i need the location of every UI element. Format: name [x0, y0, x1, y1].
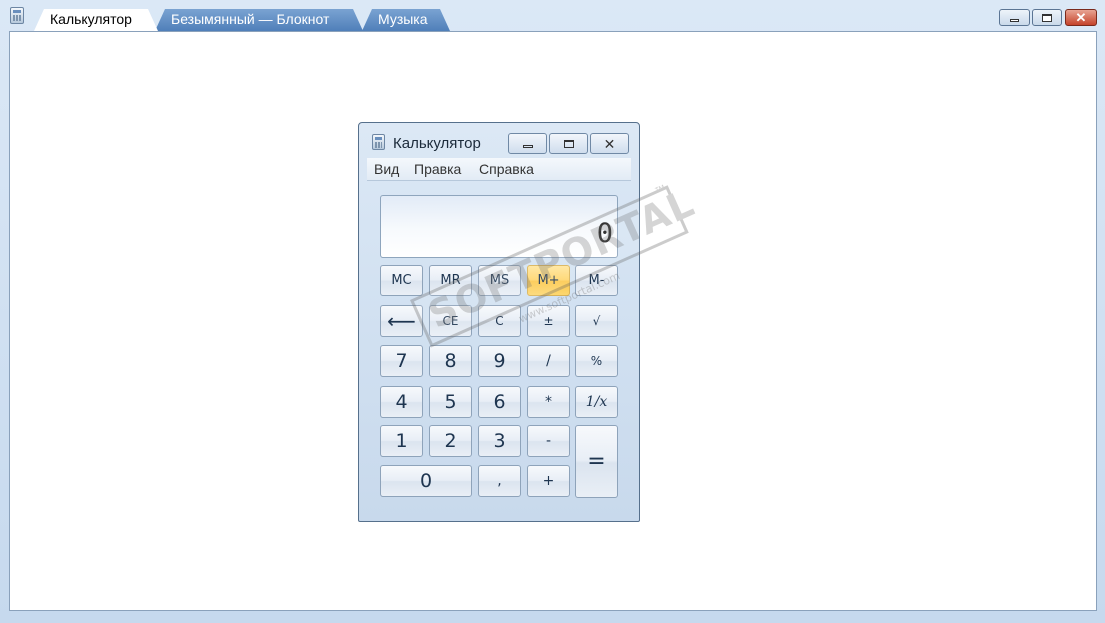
menu-view[interactable]: Вид — [374, 161, 399, 177]
display-value: 0 — [596, 218, 613, 249]
equals-button[interactable]: = — [575, 425, 618, 498]
calculator-icon — [372, 134, 385, 150]
outer-minimize-button[interactable] — [999, 9, 1030, 26]
calculator-close-button[interactable]: ✕ — [590, 133, 629, 154]
add-button[interactable]: + — [527, 465, 570, 497]
subtract-button[interactable]: - — [527, 425, 570, 457]
memory-add-button[interactable]: M+ — [527, 265, 570, 296]
minimize-icon — [1010, 18, 1019, 22]
divide-button[interactable]: / — [527, 345, 570, 377]
close-icon: ✕ — [603, 135, 616, 152]
memory-recall-button[interactable]: MR — [429, 265, 472, 296]
tab-music[interactable]: Музыка — [362, 9, 450, 31]
reciprocal-button[interactable]: 1/x — [575, 386, 618, 418]
digit-2-button[interactable]: 2 — [429, 425, 472, 457]
calculator-window: Калькулятор ✕ Вид Правка Справка 0 MC MR… — [358, 122, 640, 522]
negate-button[interactable]: ± — [527, 305, 570, 337]
calculator-title: Калькулятор — [393, 135, 481, 152]
calculator-display: 0 — [380, 195, 618, 258]
close-icon: ✕ — [1075, 10, 1087, 25]
digit-7-button[interactable]: 7 — [380, 345, 423, 377]
menu-bar: Вид Правка Справка — [367, 158, 631, 181]
calculator-app-icon — [10, 7, 24, 24]
digit-6-button[interactable]: 6 — [478, 386, 521, 418]
digit-8-button[interactable]: 8 — [429, 345, 472, 377]
outer-titlebar: Калькулятор Безымянный — Блокнот Музыка … — [0, 0, 1105, 31]
calculator-maximize-button[interactable] — [549, 133, 588, 154]
digit-3-button[interactable]: 3 — [478, 425, 521, 457]
digit-5-button[interactable]: 5 — [429, 386, 472, 418]
memory-clear-button[interactable]: MC — [380, 265, 423, 296]
clear-button[interactable]: C — [478, 305, 521, 337]
digit-0-button[interactable]: 0 — [380, 465, 472, 497]
outer-close-button[interactable]: ✕ — [1065, 9, 1097, 26]
clear-entry-button[interactable]: CE — [429, 305, 472, 337]
tab-calculator[interactable]: Калькулятор — [34, 9, 158, 31]
decimal-button[interactable]: , — [478, 465, 521, 497]
multiply-button[interactable]: * — [527, 386, 570, 418]
menu-edit[interactable]: Правка — [414, 161, 461, 177]
maximize-icon — [563, 139, 574, 148]
memory-subtract-button[interactable]: M- — [575, 265, 618, 296]
digit-4-button[interactable]: 4 — [380, 386, 423, 418]
percent-button[interactable]: % — [575, 345, 618, 377]
minimize-icon — [522, 145, 533, 148]
memory-store-button[interactable]: MS — [478, 265, 521, 296]
backspace-button[interactable]: ⟵ — [380, 305, 423, 337]
maximize-icon — [1042, 13, 1052, 22]
digit-1-button[interactable]: 1 — [380, 425, 423, 457]
menu-help[interactable]: Справка — [479, 161, 534, 177]
tab-notepad[interactable]: Безымянный — Блокнот — [155, 9, 363, 31]
calculator-minimize-button[interactable] — [508, 133, 547, 154]
outer-maximize-button[interactable] — [1032, 9, 1062, 26]
digit-9-button[interactable]: 9 — [478, 345, 521, 377]
sqrt-button[interactable]: √ — [575, 305, 618, 337]
